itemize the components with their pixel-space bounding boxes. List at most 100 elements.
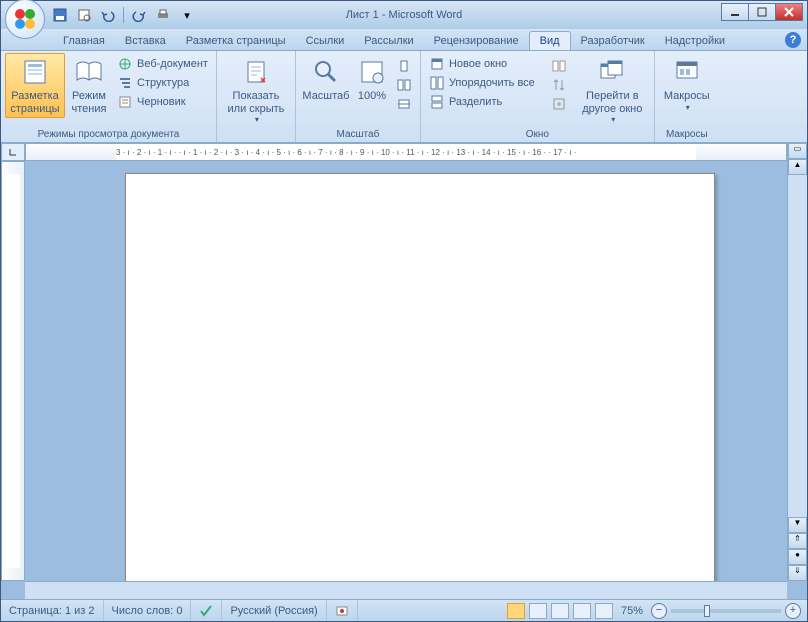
document-page[interactable] <box>125 173 715 581</box>
view-outline-icon[interactable] <box>573 603 591 619</box>
document-viewport[interactable] <box>25 161 787 581</box>
new-window-icon <box>429 56 445 72</box>
status-words[interactable]: Число слов: 0 <box>104 600 192 621</box>
print-layout-icon <box>19 56 51 88</box>
tab-home[interactable]: Главная <box>53 32 115 50</box>
zoom-in-button[interactable]: + <box>785 603 801 619</box>
scroll-up-icon[interactable]: ▲ <box>788 159 807 175</box>
hundred-button[interactable]: 100% <box>352 53 392 106</box>
status-right: 75% − + <box>501 603 807 619</box>
view-draft-icon[interactable] <box>595 603 613 619</box>
tab-page-layout[interactable]: Разметка страницы <box>176 32 296 50</box>
show-hide-icon <box>240 56 272 88</box>
browse-prev-icon[interactable]: ⇑ <box>788 533 807 549</box>
tab-developer[interactable]: Разработчик <box>571 32 655 50</box>
show-hide-label: Показать или скрыть <box>224 90 288 115</box>
tab-insert[interactable]: Вставка <box>115 32 176 50</box>
status-language[interactable]: Русский (Россия) <box>222 600 326 621</box>
vertical-scrollbar[interactable]: ▭ ▲ ▼ ⇑ ● ⇓ <box>787 143 807 581</box>
undo-icon[interactable] <box>99 6 117 24</box>
group-macros-label: Макросы <box>659 128 715 142</box>
outline-button[interactable]: Структура <box>113 74 212 92</box>
group-zoom: Масштаб 100% Масштаб <box>296 51 421 142</box>
maximize-button[interactable] <box>748 3 776 21</box>
office-logo-icon <box>13 7 37 31</box>
arrange-all-button[interactable]: Упорядочить все <box>425 74 539 92</box>
group-views-label: Режимы просмотра документа <box>5 128 212 142</box>
tab-selector[interactable] <box>1 143 25 161</box>
group-show-hide: Показать или скрыть <box>217 51 296 142</box>
vertical-ruler[interactable] <box>1 161 25 581</box>
switch-windows-button[interactable]: Перейти в другое окно <box>575 53 650 127</box>
two-pages-button[interactable] <box>392 76 416 94</box>
zoom-thumb[interactable] <box>704 605 710 617</box>
print-layout-button[interactable]: Разметка страницы <box>5 53 65 118</box>
draft-button[interactable]: Черновик <box>113 93 212 111</box>
ruler-scale: 3 · ı · 2 · ı · 1 · ı · · ı · 1 · ı · 2 … <box>116 144 696 160</box>
status-proofing[interactable] <box>191 600 222 621</box>
status-page[interactable]: Страница: 1 из 2 <box>1 600 104 621</box>
zoom-icon <box>310 56 342 88</box>
split-button[interactable]: Разделить <box>425 93 539 111</box>
document-workspace: 3 · ı · 2 · ı · 1 · ı · · ı · 1 · ı · 2 … <box>1 143 807 599</box>
one-page-icon <box>396 58 412 74</box>
group-window: Новое окно Упорядочить все Разделить Пер… <box>421 51 655 142</box>
ruler-toggle-icon[interactable]: ▭ <box>788 143 807 159</box>
horizontal-ruler[interactable]: 3 · ı · 2 · ı · 1 · ı · · ı · 1 · ı · 2 … <box>25 143 787 161</box>
minimize-button[interactable] <box>721 3 749 21</box>
view-print-layout-icon[interactable] <box>507 603 525 619</box>
app-window: ▾ Лист 1 - Microsoft Word Главная Вставк… <box>0 0 808 622</box>
office-button[interactable] <box>5 0 45 39</box>
print-preview-icon[interactable] <box>75 6 93 24</box>
tab-references[interactable]: Ссылки <box>296 32 355 50</box>
browse-next-icon[interactable]: ⇓ <box>788 565 807 581</box>
group-macros: Макросы Макросы <box>655 51 719 142</box>
zoom-button[interactable]: Масштаб <box>300 53 352 106</box>
zoom-slider[interactable] <box>671 609 781 613</box>
split-icon <box>429 94 445 110</box>
one-page-button[interactable] <box>392 57 416 75</box>
browse-object-icon[interactable]: ● <box>788 549 807 565</box>
scroll-down-icon[interactable]: ▼ <box>788 517 807 533</box>
arrange-icon <box>429 75 445 91</box>
separator <box>123 7 124 23</box>
print-layout-label: Разметка страницы <box>8 90 62 115</box>
zoom-value[interactable]: 75% <box>621 605 643 617</box>
tab-review[interactable]: Рецензирование <box>424 32 529 50</box>
quick-access-toolbar: ▾ <box>51 6 196 24</box>
show-hide-button[interactable]: Показать или скрыть <box>221 53 291 127</box>
macros-button[interactable]: Макросы <box>659 53 715 115</box>
status-macro-rec[interactable] <box>327 600 358 621</box>
redo-icon[interactable] <box>130 6 148 24</box>
tab-view[interactable]: Вид <box>529 31 571 50</box>
sync-scroll-button[interactable] <box>547 76 571 94</box>
side-by-side-button[interactable] <box>547 57 571 75</box>
web-icon <box>117 56 133 72</box>
reset-pos-icon <box>551 96 567 112</box>
hundred-label: 100% <box>358 90 386 103</box>
page-width-button[interactable] <box>392 95 416 113</box>
close-button[interactable] <box>775 3 803 21</box>
horizontal-scrollbar[interactable] <box>25 581 787 599</box>
new-window-button[interactable]: Новое окно <box>425 55 539 73</box>
qat-dropdown-icon[interactable]: ▾ <box>178 6 196 24</box>
quick-print-icon[interactable] <box>154 6 172 24</box>
window-controls <box>722 3 803 21</box>
tab-mailings[interactable]: Рассылки <box>354 32 423 50</box>
save-icon[interactable] <box>51 6 69 24</box>
tab-addins[interactable]: Надстройки <box>655 32 735 50</box>
draft-icon <box>117 94 133 110</box>
ribbon: Разметка страницы Режим чтения Веб-докум… <box>1 51 807 143</box>
help-icon[interactable]: ? <box>785 32 801 48</box>
view-web-icon[interactable] <box>551 603 569 619</box>
window-title: Лист 1 - Microsoft Word <box>346 9 463 21</box>
record-icon <box>335 604 349 618</box>
web-layout-button[interactable]: Веб-документ <box>113 55 212 73</box>
side-by-side-icon <box>551 58 567 74</box>
group-document-views: Разметка страницы Режим чтения Веб-докум… <box>1 51 217 142</box>
switch-windows-icon <box>596 56 628 88</box>
reset-pos-button[interactable] <box>547 95 571 113</box>
zoom-out-button[interactable]: − <box>651 603 667 619</box>
view-reading-icon[interactable] <box>529 603 547 619</box>
reading-button[interactable]: Режим чтения <box>65 53 113 118</box>
